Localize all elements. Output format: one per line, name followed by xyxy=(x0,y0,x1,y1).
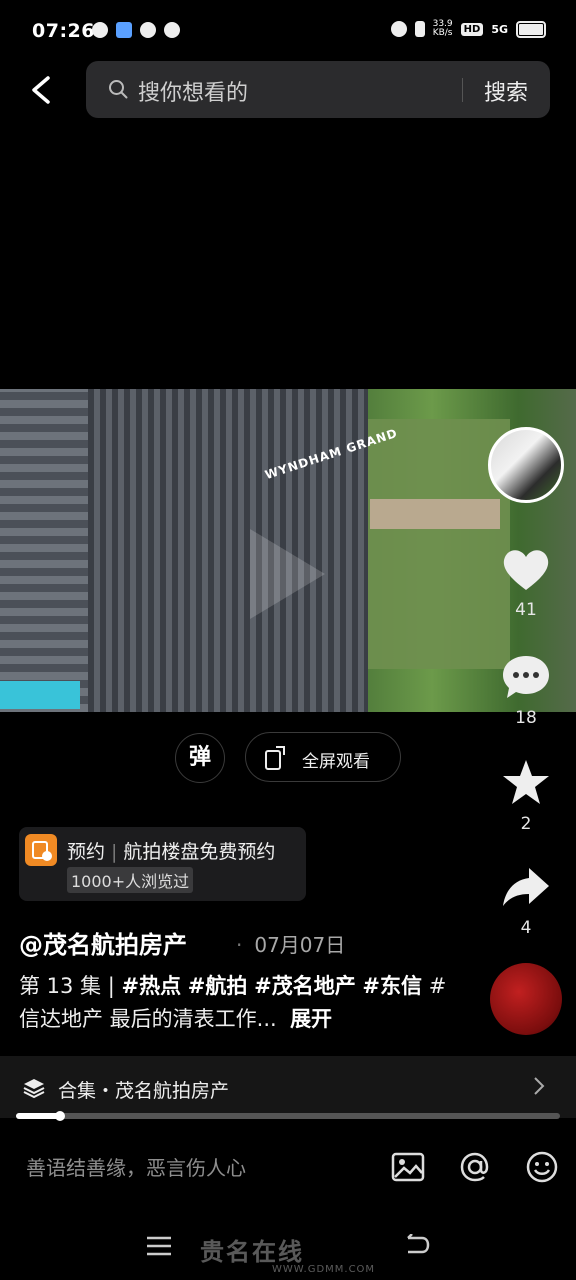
episode-label: 第 13 集 | xyxy=(19,974,122,998)
video-clearing xyxy=(370,499,500,529)
hashtag[interactable]: #东信 xyxy=(362,974,422,998)
search-divider xyxy=(462,78,463,102)
battery-icon xyxy=(516,20,546,38)
comment-count: 18 xyxy=(515,708,537,728)
video-player[interactable]: WYNDHAM GRAND xyxy=(0,389,576,712)
author-avatar[interactable] xyxy=(488,427,564,503)
expand-button[interactable]: 展开 xyxy=(290,1007,332,1031)
heart-icon xyxy=(503,550,549,590)
watermark-url: WWW.GDMM.COM xyxy=(272,1264,376,1275)
booking-calendar-icon xyxy=(25,834,57,866)
system-icons: 33.9 KB/s HD 5G xyxy=(390,19,546,38)
post-caption: 第 13 集 | #热点 #航拍 #茂名地产 #东信 #信达地产 最后的清表工作… xyxy=(19,970,449,1036)
video-progress-fill xyxy=(16,1113,60,1119)
favorite-button[interactable]: 2 xyxy=(496,758,556,834)
video-pool xyxy=(0,681,80,709)
chevron-right-icon xyxy=(534,1077,545,1095)
rotate-screen-icon xyxy=(265,746,285,770)
status-time: 07:26 xyxy=(32,20,95,42)
danmu-button[interactable]: 弹 xyxy=(175,733,225,783)
caption-text: 最后的清表工作... xyxy=(103,1007,277,1031)
net-speed: 33.9 KB/s xyxy=(432,19,453,38)
search-icon xyxy=(109,80,128,99)
search-bar[interactable]: 搜你想看的 搜索 xyxy=(86,61,550,118)
comment-button[interactable]: 18 xyxy=(496,652,556,728)
mention-icon[interactable] xyxy=(457,1149,493,1185)
music-disc-icon[interactable] xyxy=(490,963,562,1035)
booking-title: 预约 | 航拍楼盘免费预约 xyxy=(67,841,276,863)
app-notification-icon xyxy=(116,22,132,38)
share-button[interactable]: 4 xyxy=(496,862,556,938)
alarm-icon xyxy=(390,21,407,37)
chevron-left-icon xyxy=(32,76,50,104)
post-date: · 07月07日 xyxy=(236,933,346,957)
collection-bar[interactable]: 合集・茂名航拍房产 xyxy=(0,1056,576,1118)
hashtag[interactable]: #航拍 xyxy=(188,974,248,998)
video-field xyxy=(360,419,510,669)
watermark-text: 贵名在线 xyxy=(200,1238,304,1266)
video-tower xyxy=(88,389,368,712)
notification-icons xyxy=(92,22,180,38)
hashtag[interactable]: #茂名地产 xyxy=(254,974,356,998)
fullscreen-label: 全屏观看 xyxy=(302,752,370,772)
booking-card[interactable]: 预约 | 航拍楼盘免费预约 1000+人浏览过 xyxy=(19,827,306,901)
wechat-icon xyxy=(92,22,108,38)
favorite-count: 2 xyxy=(520,814,532,834)
play-icon xyxy=(250,529,325,619)
emoji-icon[interactable] xyxy=(524,1149,560,1185)
status-bar: 07:26 33.9 KB/s HD 5G xyxy=(0,0,576,60)
layers-icon xyxy=(23,1079,45,1099)
back-nav-icon[interactable] xyxy=(402,1234,430,1258)
comment-input[interactable]: 善语结善缘，恶言伤人心 xyxy=(26,1152,246,1181)
hashtag[interactable]: #热点 xyxy=(122,974,182,998)
message-icon xyxy=(140,22,156,38)
video-building-left xyxy=(0,389,90,712)
share-arrow-icon xyxy=(503,868,549,906)
qq-icon xyxy=(164,22,180,38)
back-button[interactable] xyxy=(22,70,62,110)
vibrate-icon xyxy=(414,21,425,37)
author-name[interactable]: @茂名航拍房产 xyxy=(19,925,187,960)
collection-label: 合集・茂名航拍房产 xyxy=(58,1080,230,1102)
star-icon xyxy=(503,760,549,804)
view-count-badge: 1000+人浏览过 xyxy=(67,867,194,893)
signal-5g: 5G xyxy=(491,22,508,36)
share-count: 4 xyxy=(520,918,532,938)
fullscreen-button[interactable]: 全屏观看 xyxy=(245,732,401,782)
comment-bubble-icon xyxy=(503,656,549,698)
menu-icon[interactable] xyxy=(146,1236,172,1256)
image-icon[interactable] xyxy=(390,1149,426,1185)
video-progress-track[interactable] xyxy=(16,1113,560,1119)
search-input[interactable]: 搜你想看的 xyxy=(138,75,248,107)
booking-label: 预约 xyxy=(67,841,106,863)
search-button[interactable]: 搜索 xyxy=(484,75,528,107)
booking-desc: 航拍楼盘免费预约 xyxy=(123,841,276,863)
video-progress-handle[interactable] xyxy=(55,1111,65,1121)
like-count: 41 xyxy=(515,600,537,620)
hd-badge: HD xyxy=(460,22,484,36)
like-button[interactable]: 41 xyxy=(496,544,556,620)
